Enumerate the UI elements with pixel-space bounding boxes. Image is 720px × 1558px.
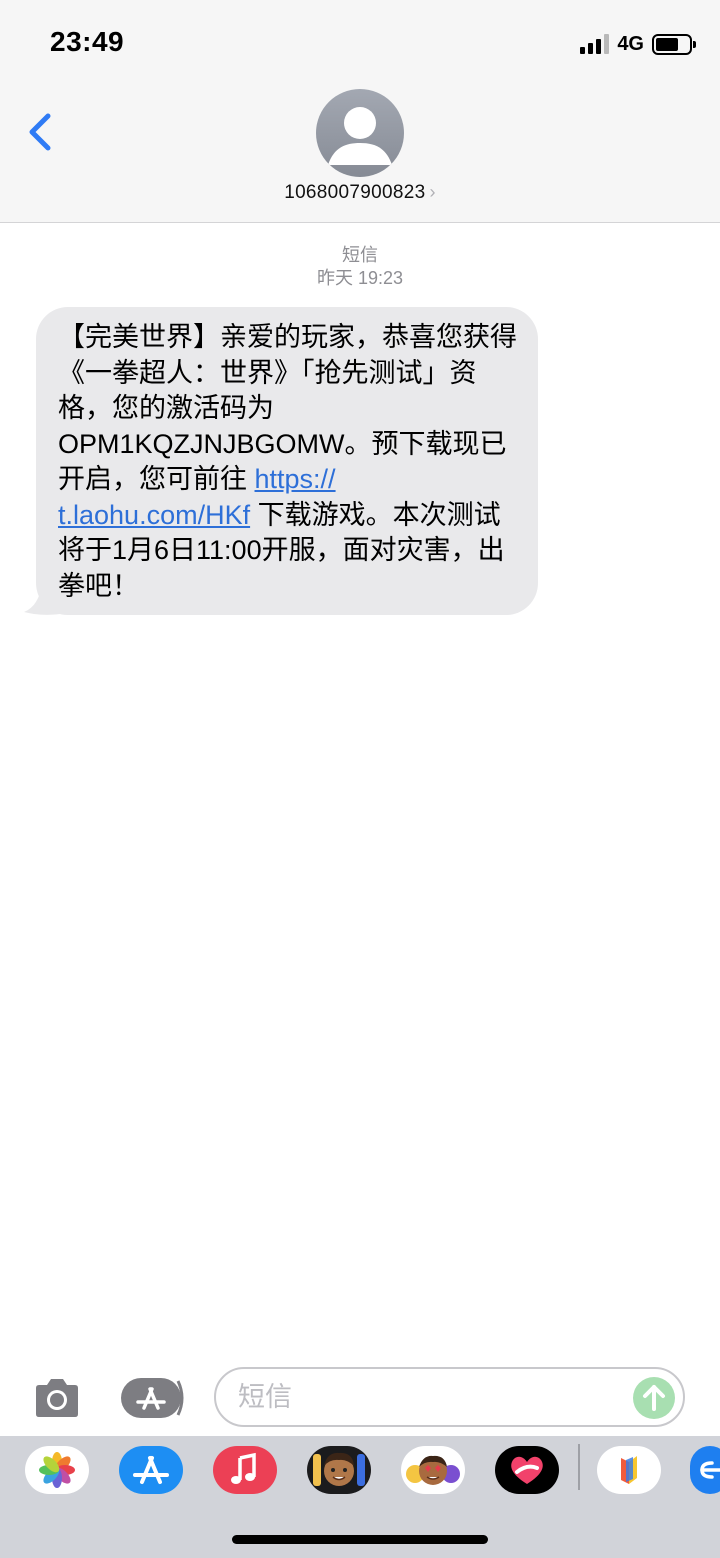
music-app[interactable] bbox=[213, 1446, 277, 1494]
conversation-header: 23:49 4G 1068007900823 › bbox=[0, 0, 720, 223]
battery-icon bbox=[652, 33, 696, 55]
app-drawer bbox=[0, 1436, 720, 1558]
contact-name-button[interactable]: 1068007900823 › bbox=[0, 182, 720, 204]
apps-button[interactable] bbox=[120, 1377, 186, 1419]
memoji-icon bbox=[313, 1452, 365, 1486]
memoji-stickers-icon bbox=[406, 1455, 460, 1485]
arrow-up-icon bbox=[643, 1385, 665, 1411]
third-party-app-icon bbox=[621, 1456, 637, 1484]
chevron-right-icon: › bbox=[429, 182, 436, 202]
photos-app[interactable] bbox=[25, 1446, 89, 1494]
app-drawer-divider bbox=[578, 1444, 580, 1490]
chevron-left-icon bbox=[29, 113, 51, 151]
app-store-icon bbox=[121, 1378, 184, 1418]
memoji-stickers-app[interactable] bbox=[401, 1446, 465, 1494]
network-type: 4G bbox=[617, 32, 644, 55]
camera-button[interactable] bbox=[32, 1378, 82, 1418]
message-timestamp: 昨天 19:23 bbox=[316, 268, 404, 288]
contact-name: 1068007900823 bbox=[284, 182, 426, 203]
message-input-container bbox=[214, 1367, 685, 1427]
message-bubble[interactable]: 【完美世界】亲爱的玩家，恭喜您获得《一拳超人：世界》「抢先测试」资格，您的激活码… bbox=[36, 307, 538, 615]
search-app[interactable] bbox=[690, 1446, 720, 1494]
digital-touch-app[interactable] bbox=[495, 1446, 559, 1494]
app-store-icon bbox=[133, 1456, 169, 1484]
status-time: 23:49 bbox=[50, 26, 125, 57]
message-meta: 短信 昨天 19:23 bbox=[0, 244, 720, 290]
back-button[interactable] bbox=[24, 110, 58, 154]
contact-avatar[interactable] bbox=[316, 89, 404, 177]
send-button[interactable] bbox=[633, 1377, 675, 1419]
home-indicator[interactable] bbox=[232, 1535, 488, 1544]
status-indicators: 4G bbox=[580, 30, 696, 58]
messages-screen: 23:49 4G 1068007900823 › 短信 昨天 19:23 【完美… bbox=[0, 0, 720, 1558]
search-app-icon bbox=[700, 1461, 720, 1479]
app-store-app[interactable] bbox=[119, 1446, 183, 1494]
signal-icon bbox=[580, 34, 610, 54]
message-input[interactable] bbox=[238, 1379, 618, 1415]
camera-icon bbox=[36, 1379, 78, 1417]
digital-touch-icon bbox=[511, 1456, 543, 1484]
memoji-app[interactable] bbox=[307, 1446, 371, 1494]
third-party-app[interactable] bbox=[597, 1446, 661, 1494]
music-note-icon bbox=[231, 1452, 256, 1484]
person-icon bbox=[328, 107, 392, 165]
photos-icon bbox=[39, 1452, 75, 1488]
service-label: 短信 bbox=[342, 245, 378, 265]
